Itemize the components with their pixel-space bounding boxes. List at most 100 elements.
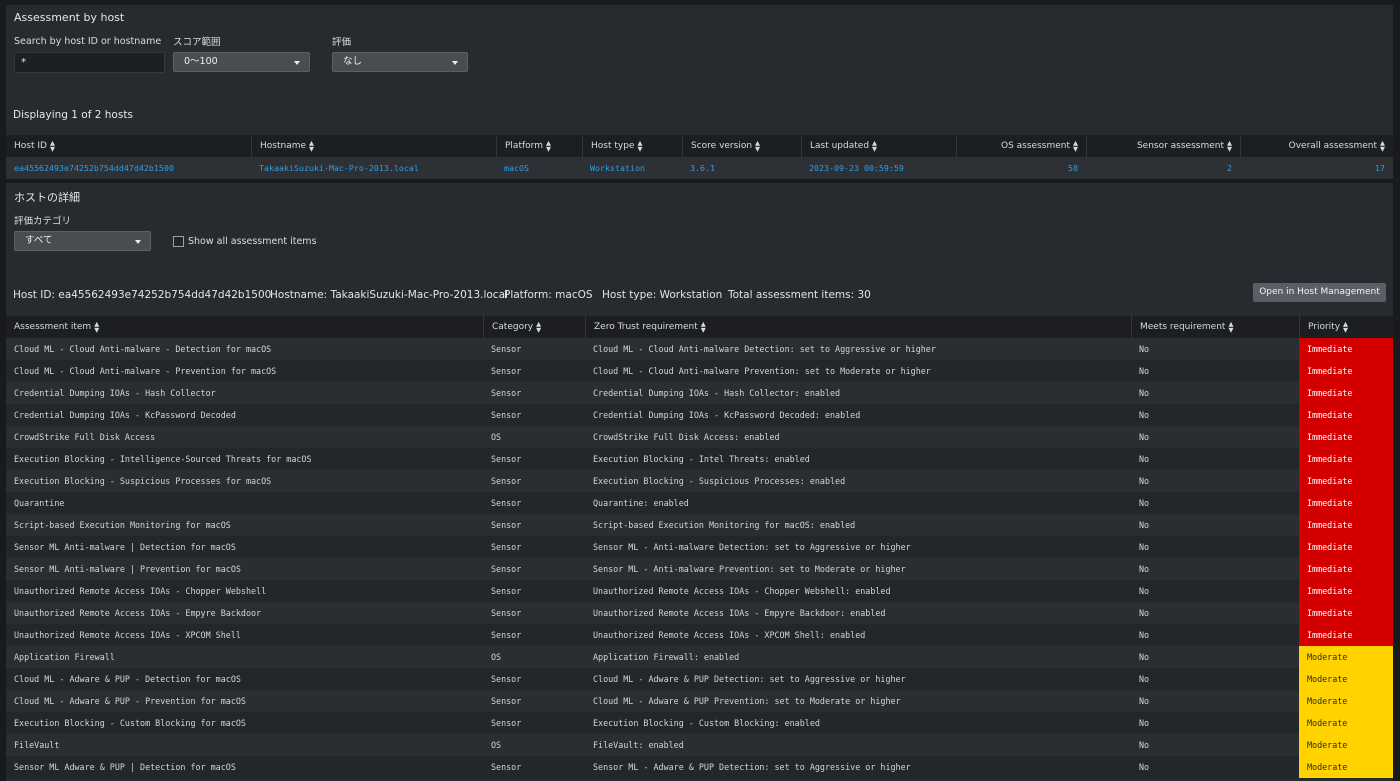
zero-trust-requirement-cell: Cloud ML - Adware & PUP Prevention: set … — [593, 696, 901, 706]
table-row[interactable]: Cloud ML - Cloud Anti-malware - Preventi… — [6, 360, 1393, 382]
priority-badge: Moderate — [1299, 668, 1393, 690]
category-cell: Sensor — [491, 718, 522, 728]
col-hostname[interactable]: Hostname ▲ ▼ — [251, 135, 496, 157]
sensor-assessment-value[interactable]: 2 — [1086, 157, 1240, 179]
priority-badge: Immediate — [1299, 338, 1393, 360]
col-overall-assessment[interactable]: Overall assessment ▲ ▼ — [1240, 135, 1393, 157]
category-cell: Sensor — [491, 344, 522, 354]
table-row[interactable]: CrowdStrike Full Disk Access OS CrowdStrik… — [6, 426, 1393, 448]
host-id-link[interactable]: ea45562493e74252b754dd47d42b1500 — [6, 157, 251, 179]
last-updated-value[interactable]: 2023-09-23 00:59:59 — [801, 157, 956, 179]
col-host-id[interactable]: Host ID ▲ ▼ — [6, 135, 251, 157]
table-row[interactable]: Sensor ML Adware & PUP | Detection for m… — [6, 756, 1393, 778]
assessment-item-cell: Cloud ML - Adware & PUP - Prevention for… — [14, 696, 246, 706]
category-cell: OS — [491, 432, 502, 442]
sort-icon: ▲ ▼ — [309, 138, 315, 153]
table-row[interactable]: Execution Blocking - Intelligence-Source… — [6, 448, 1393, 470]
table-row[interactable]: Credential Dumping IOAs - Hash Collector… — [6, 382, 1393, 404]
assessment-item-cell: Cloud ML - Adware & PUP - Detection for … — [14, 674, 241, 684]
search-label: Search by host ID or hostname — [14, 36, 162, 47]
priority-badge: Moderate — [1299, 712, 1393, 734]
priority-badge: Immediate — [1299, 558, 1393, 580]
meets-requirement-cell: No — [1139, 432, 1150, 442]
info-host-type: Host type: Workstation — [602, 289, 723, 301]
table-row[interactable]: FileVault OS FileVault: enabled No Moderate — [6, 734, 1393, 756]
platform-value[interactable]: macOS — [496, 157, 582, 179]
priority-badge: Immediate — [1299, 624, 1393, 646]
col-sensor-assessment[interactable]: Sensor assessment ▲ ▼ — [1086, 135, 1240, 157]
open-in-host-management-button[interactable]: Open in Host Management — [1253, 283, 1386, 302]
meets-requirement-cell: No — [1139, 366, 1150, 376]
assessment-item-cell: FileVault — [14, 740, 60, 750]
table-row[interactable]: ea45562493e74252b754dd47d42b1500 Takaaki… — [6, 157, 1393, 179]
table-row[interactable]: Unauthorized Remote Access IOAs - XPCOM … — [6, 624, 1393, 646]
meets-requirement-cell: No — [1139, 762, 1150, 772]
search-input[interactable]: * — [14, 52, 165, 73]
assessment-item-cell: Unauthorized Remote Access IOAs - Empyre… — [14, 608, 262, 618]
overall-assessment-value[interactable]: 17 — [1240, 157, 1393, 179]
category-cell: OS — [491, 740, 502, 750]
table-row[interactable]: Cloud ML - Cloud Anti-malware - Detectio… — [6, 338, 1393, 360]
col-platform[interactable]: Platform ▲ ▼ — [496, 135, 582, 157]
assessment-item-cell: Execution Blocking - Custom Blocking for… — [14, 718, 246, 728]
assessment-item-cell: Cloud ML - Cloud Anti-malware - Preventi… — [14, 366, 277, 376]
score-version-value[interactable]: 3.6.1 — [682, 157, 801, 179]
table-row[interactable]: Script-based Execution Monitoring for ma… — [6, 514, 1393, 536]
assessment-item-cell: Credential Dumping IOAs - Hash Collector — [14, 388, 216, 398]
os-assessment-value[interactable]: 58 — [956, 157, 1086, 179]
col-meets-requirement[interactable]: Meets requirement ▲ ▼ — [1131, 316, 1299, 338]
category-cell: OS — [491, 652, 502, 662]
table-row[interactable]: Quarantine Sensor Quarantine: enabled No Imm… — [6, 492, 1393, 514]
score-range-select[interactable]: 0〜100 — [173, 52, 310, 72]
table-row[interactable]: Credential Dumping IOAs - KcPassword Dec… — [6, 404, 1393, 426]
zero-trust-requirement-cell: Execution Blocking - Custom Blocking: en… — [593, 718, 820, 728]
category-cell: Sensor — [491, 454, 522, 464]
table-row[interactable]: Sensor ML Anti-malware | Prevention for … — [6, 558, 1393, 580]
sort-icon: ▲ ▼ — [1228, 319, 1234, 334]
zero-trust-requirement-cell: CrowdStrike Full Disk Access: enabled — [593, 432, 780, 442]
priority-badge: Immediate — [1299, 602, 1393, 624]
assessment-items-table-body: Cloud ML - Cloud Anti-malware - Detectio… — [6, 338, 1393, 778]
rating-value: なし — [343, 56, 363, 67]
col-category[interactable]: Category ▲ ▼ — [483, 316, 585, 338]
meets-requirement-cell: No — [1139, 344, 1150, 354]
col-zero-trust-requirement[interactable]: Zero Trust requirement ▲ ▼ — [585, 316, 1131, 338]
meets-requirement-cell: No — [1139, 498, 1150, 508]
table-row[interactable]: Unauthorized Remote Access IOAs - Empyre… — [6, 602, 1393, 624]
meets-requirement-cell: No — [1139, 696, 1150, 706]
category-select[interactable]: すべて — [14, 231, 151, 251]
col-last-updated[interactable]: Last updated ▲ ▼ — [801, 135, 956, 157]
hostname-link[interactable]: TakaakiSuzuki-Mac-Pro-2013.local — [251, 157, 496, 179]
zero-trust-requirement-cell: Sensor ML - Anti-malware Prevention: set… — [593, 564, 906, 574]
col-score-version[interactable]: Score version ▲ ▼ — [682, 135, 801, 157]
assessment-item-cell: CrowdStrike Full Disk Access — [14, 432, 156, 442]
assessment-item-cell: Sensor ML Anti-malware | Prevention for … — [14, 564, 241, 574]
show-all-checkbox[interactable] — [173, 236, 184, 247]
meets-requirement-cell: No — [1139, 652, 1150, 662]
table-row[interactable]: Unauthorized Remote Access IOAs - Choppe… — [6, 580, 1393, 602]
zero-trust-requirement-cell: Script-based Execution Monitoring for ma… — [593, 520, 856, 530]
category-cell: Sensor — [491, 388, 522, 398]
sort-icon: ▲ ▼ — [94, 319, 100, 334]
sort-icon: ▲ ▼ — [1073, 138, 1078, 153]
category-cell: Sensor — [491, 410, 522, 420]
table-row[interactable]: Application Firewall OS Application Firewa… — [6, 646, 1393, 668]
priority-badge: Immediate — [1299, 404, 1393, 426]
priority-badge: Moderate — [1299, 690, 1393, 712]
col-assessment-item[interactable]: Assessment item ▲ ▼ — [6, 316, 483, 338]
col-os-assessment[interactable]: OS assessment ▲ ▼ — [956, 135, 1086, 157]
col-host-type[interactable]: Host type ▲ ▼ — [582, 135, 682, 157]
table-row[interactable]: Execution Blocking - Suspicious Processe… — [6, 470, 1393, 492]
col-priority[interactable]: Priority ▲ ▼ — [1299, 316, 1393, 338]
assessment-item-cell: Quarantine — [14, 498, 65, 508]
table-row[interactable]: Sensor ML Anti-malware | Detection for m… — [6, 536, 1393, 558]
table-row[interactable]: Execution Blocking - Custom Blocking for… — [6, 712, 1393, 734]
score-range-label: スコア範囲 — [173, 37, 221, 48]
table-row[interactable]: Cloud ML - Adware & PUP - Detection for … — [6, 668, 1393, 690]
table-row[interactable]: Cloud ML - Adware & PUP - Prevention for… — [6, 690, 1393, 712]
rating-select[interactable]: なし — [332, 52, 468, 72]
priority-badge: Moderate — [1299, 756, 1393, 778]
meets-requirement-cell: No — [1139, 520, 1150, 530]
host-type-value[interactable]: Workstation — [582, 157, 682, 179]
zero-trust-requirement-cell: Quarantine: enabled — [593, 498, 689, 508]
